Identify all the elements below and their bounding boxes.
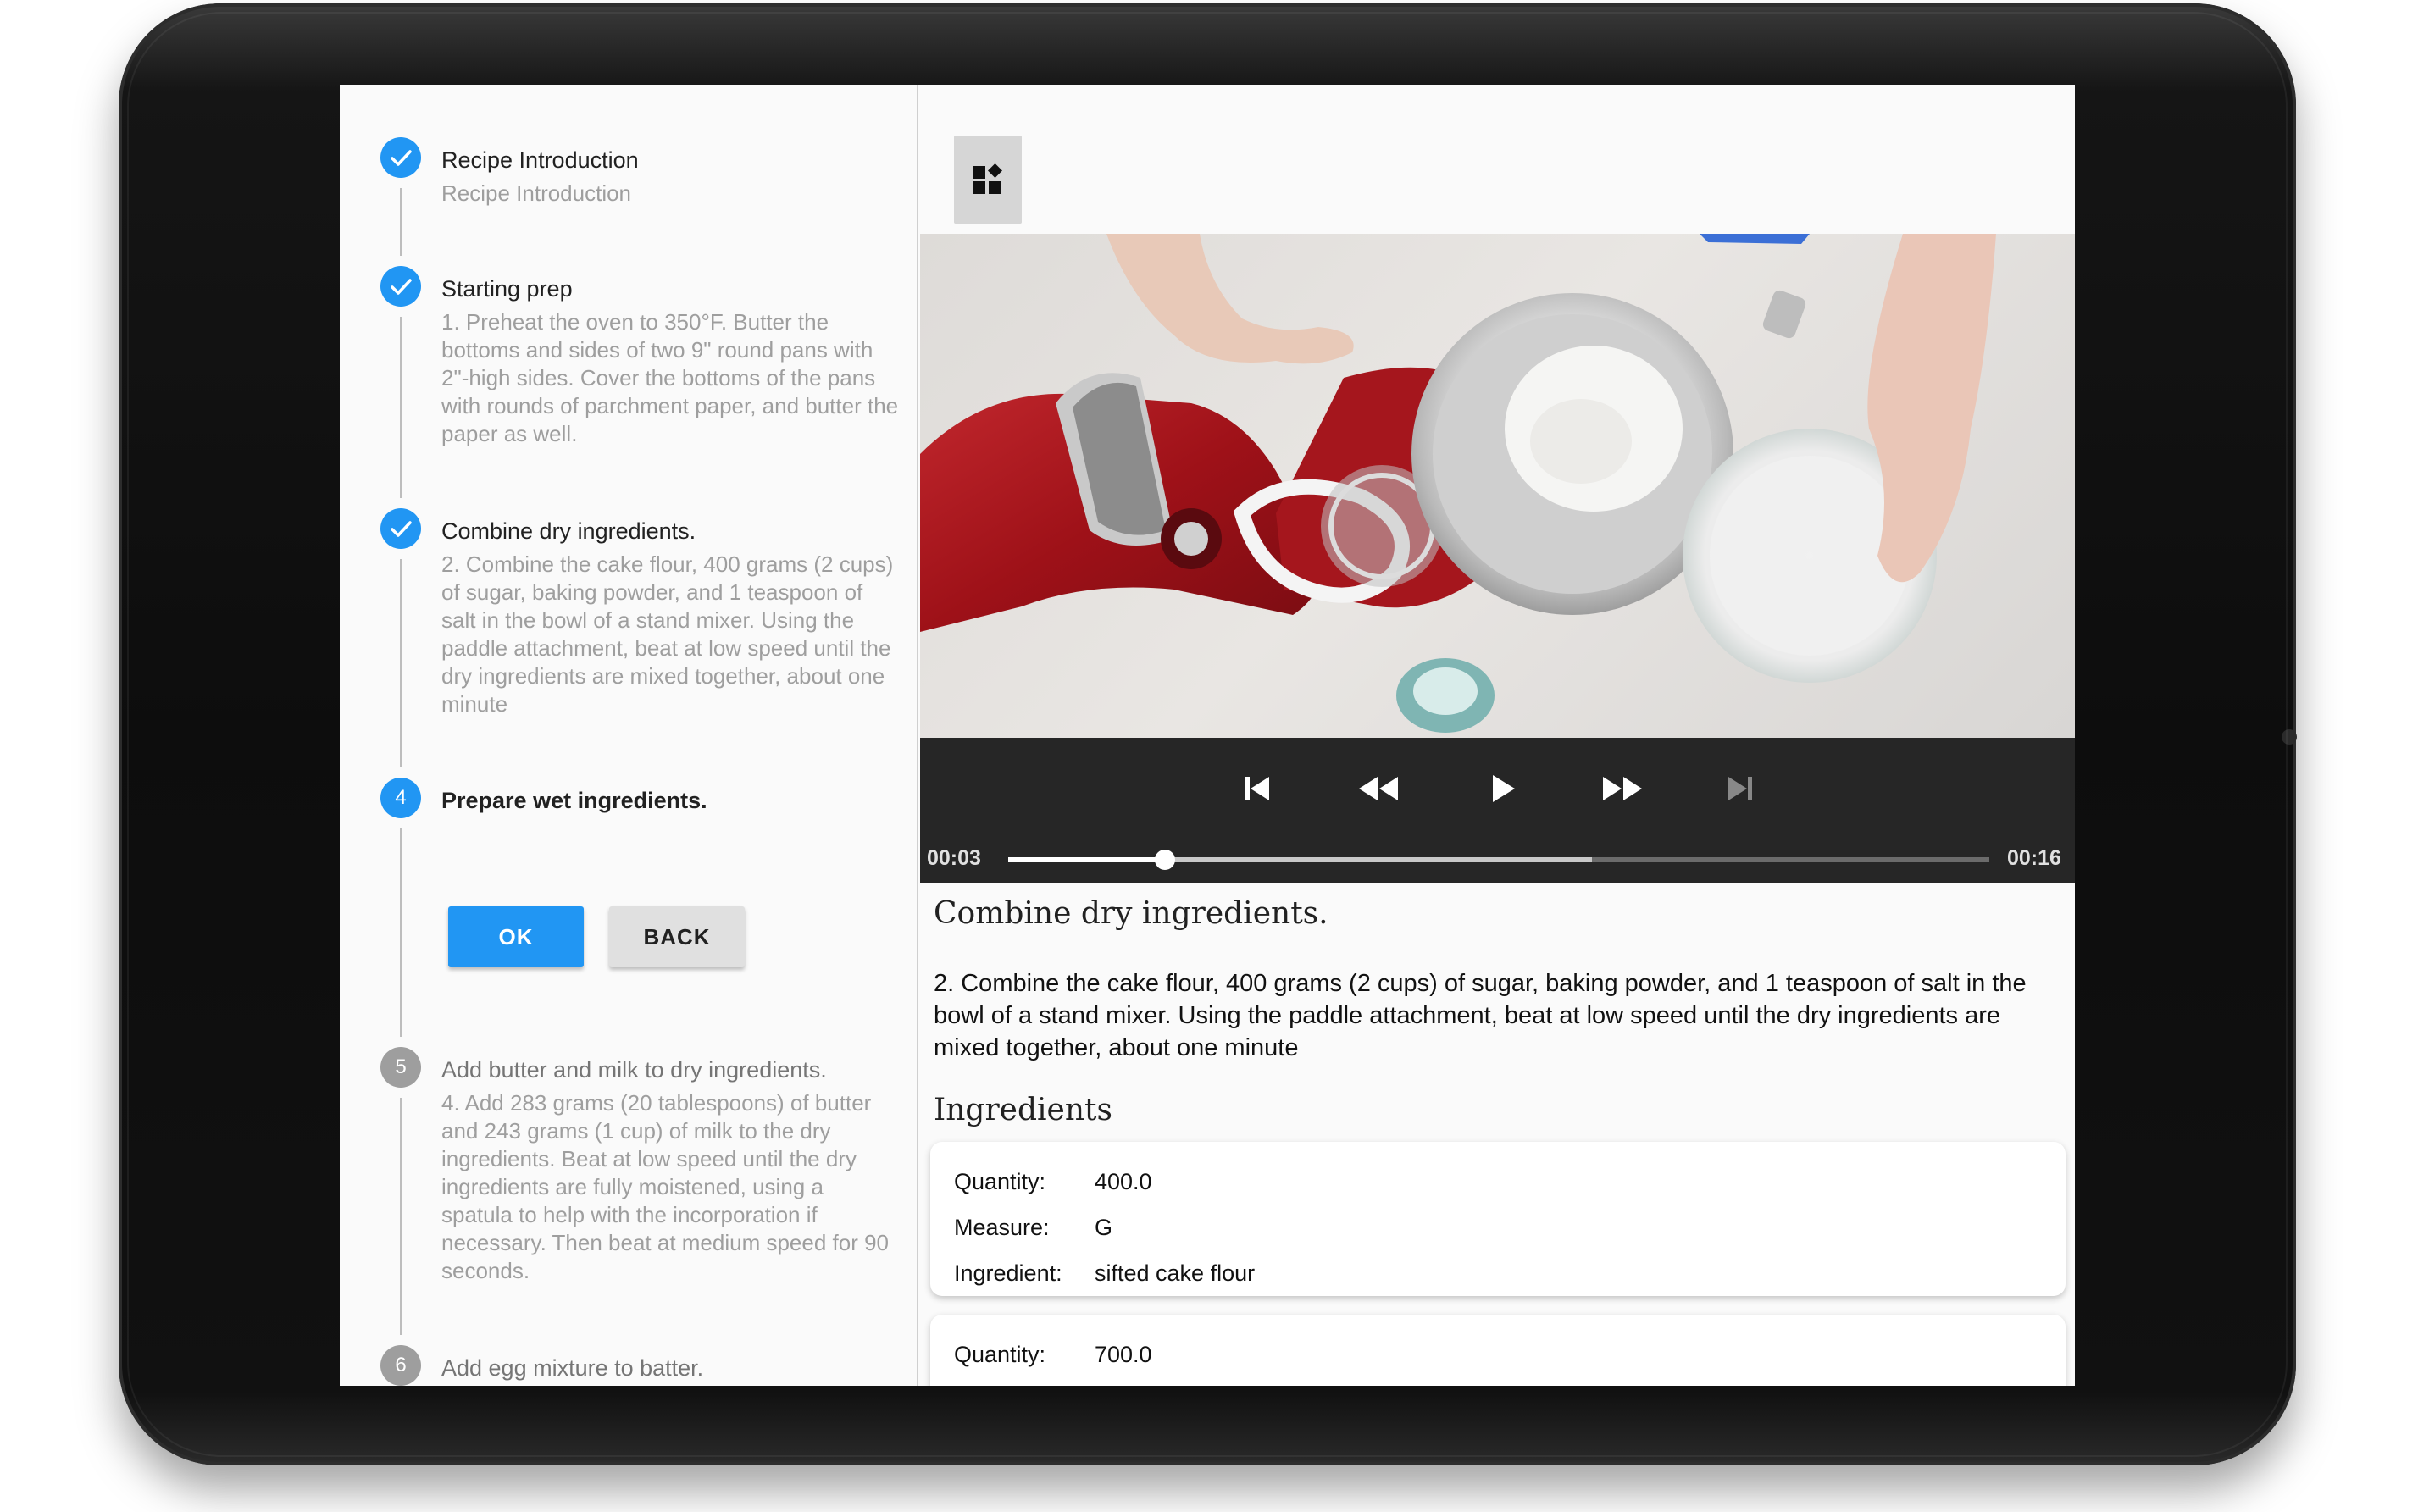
ingredient-measure-row: Measure: G xyxy=(954,1215,1112,1241)
step-connector xyxy=(400,317,402,498)
current-time: 00:03 xyxy=(927,846,981,870)
check-icon xyxy=(391,279,412,295)
rewind-icon[interactable] xyxy=(1357,772,1401,806)
back-button[interactable]: BACK xyxy=(609,906,745,967)
ingredient-name-row: Ingredient: sifted cake flour xyxy=(954,1260,1255,1287)
step-connector xyxy=(400,188,402,256)
duration-time: 00:16 xyxy=(2007,846,2061,870)
widgets-icon xyxy=(973,163,1002,194)
measure-label: Measure: xyxy=(954,1215,1050,1240)
ingredient-label: Ingredient: xyxy=(954,1260,1062,1286)
step-complete-badge xyxy=(380,266,421,307)
step-complete-badge xyxy=(380,137,421,178)
step-description: Recipe Introduction xyxy=(441,180,632,206)
ingredients-heading: Ingredients xyxy=(934,1093,1112,1127)
check-icon xyxy=(391,521,412,537)
app-screen: Recipe Introduction Recipe Introduction … xyxy=(340,85,2075,1386)
video-controls: 00:03 00:16 xyxy=(920,738,2075,883)
step-detail-title: Combine dry ingredients. xyxy=(934,896,1328,931)
step-complete-badge xyxy=(380,508,421,549)
recipe-steps-panel: Recipe Introduction Recipe Introduction … xyxy=(340,85,918,1386)
measure-value: G xyxy=(1095,1215,1113,1240)
ok-button[interactable]: OK xyxy=(448,906,584,967)
quantity-label: Quantity: xyxy=(954,1342,1046,1367)
step-title: Prepare wet ingredients. xyxy=(441,788,707,813)
video-frame-image xyxy=(920,234,1996,733)
ingredient-card: Quantity: 700.0 xyxy=(930,1315,2066,1386)
detail-toolbar xyxy=(920,85,2075,234)
play-icon[interactable] xyxy=(1484,772,1518,806)
step-detail-panel: 00:03 00:16 Combine dry ingredients. 2. … xyxy=(920,85,2075,1386)
add-widget-button[interactable] xyxy=(954,136,1022,224)
step-title: Combine dry ingredients. xyxy=(441,518,696,544)
step-title: Recipe Introduction xyxy=(441,147,639,173)
light-sensor xyxy=(2282,729,2297,745)
step-description: 1. Preheat the oven to 350°F. Butter the… xyxy=(441,309,899,446)
step-connector xyxy=(400,559,402,767)
step-title: Add butter and milk to dry ingredients. xyxy=(441,1057,827,1083)
skip-previous-icon[interactable] xyxy=(1240,772,1274,806)
seek-bar[interactable] xyxy=(1008,850,1989,870)
seek-thumb[interactable] xyxy=(1155,850,1176,870)
step-title: Starting prep xyxy=(441,276,573,302)
step-detail-description: 2. Combine the cake flour, 400 grams (2 … xyxy=(934,970,2027,1061)
ingredient-value: sifted cake flour xyxy=(1095,1260,1256,1286)
skip-next-icon[interactable] xyxy=(1723,772,1757,806)
step-number-badge: 5 xyxy=(380,1047,421,1088)
step-connector xyxy=(400,828,402,1037)
played-progress xyxy=(1008,857,1166,862)
quantity-label: Quantity: xyxy=(954,1169,1046,1194)
quantity-value: 400.0 xyxy=(1095,1169,1152,1194)
ingredient-quantity-row: Quantity: 400.0 xyxy=(954,1169,1152,1195)
quantity-value: 700.0 xyxy=(1095,1342,1152,1367)
step-title: Add egg mixture to batter. xyxy=(441,1355,704,1381)
check-icon xyxy=(391,150,412,166)
step-description: 2. Combine the cake flour, 400 grams (2 … xyxy=(441,551,894,717)
ingredient-quantity-row: Quantity: 700.0 xyxy=(954,1342,1152,1368)
ingredient-card: Quantity: 400.0 Measure: G Ingredient: sift… xyxy=(930,1142,2066,1296)
step-number-badge: 6 xyxy=(380,1345,421,1386)
step-number-badge: 4 xyxy=(380,778,421,818)
recipe-video[interactable] xyxy=(920,234,2075,738)
step-connector xyxy=(400,1098,402,1335)
step-description: 4. Add 283 grams (20 tablespoons) of but… xyxy=(441,1090,890,1283)
fast-forward-icon[interactable] xyxy=(1600,772,1644,806)
